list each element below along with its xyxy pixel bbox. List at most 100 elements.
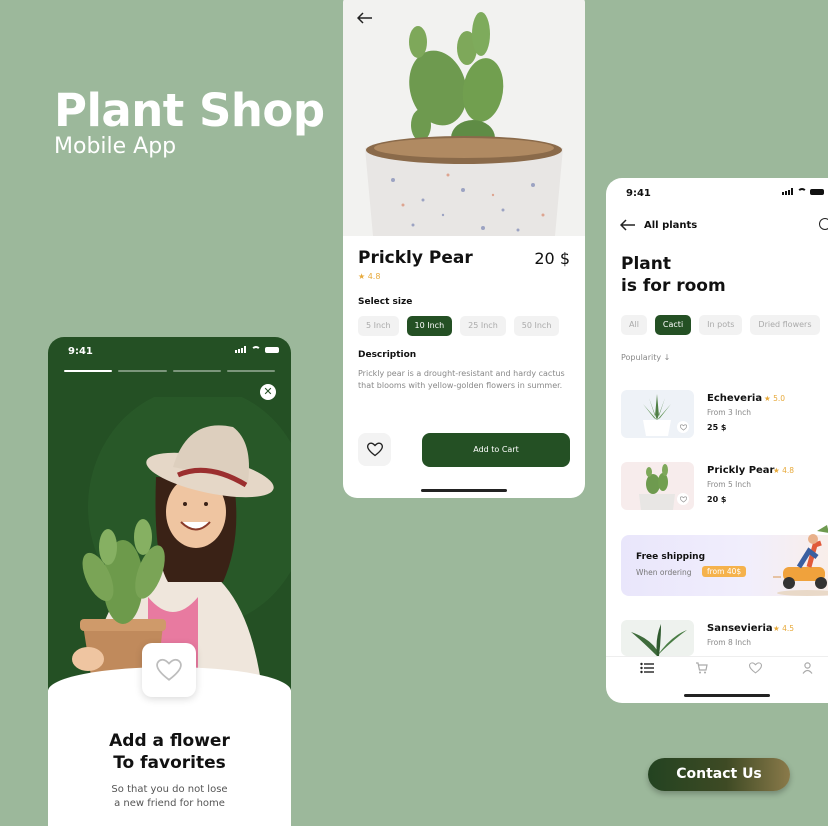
cactus-pot-photo [365, 12, 563, 236]
brand-subtitle: Mobile App [54, 134, 177, 159]
list-item[interactable]: Prickly Pear ★ 4.8 From 5 Inch 20 $ [621, 462, 828, 510]
catalog-screen: 9:41 All plants Plant is for room All Ca… [606, 178, 828, 703]
home-indicator [421, 489, 507, 492]
item-size-from: From 5 Inch [707, 480, 751, 489]
star-icon: ★ [358, 272, 366, 281]
item-name: Sansevieria [707, 623, 773, 634]
size-option[interactable]: 5 Inch [358, 316, 399, 336]
onboarding-text-line: a new friend for home [114, 798, 225, 809]
favorite-button[interactable] [358, 433, 391, 466]
filter-chip[interactable]: Dried flowers [750, 315, 820, 335]
profile-icon[interactable] [802, 662, 813, 674]
progress-step [118, 370, 167, 372]
back-arrow-icon[interactable] [357, 12, 373, 24]
item-thumbnail [621, 620, 694, 656]
catalog-heading: Plant is for room [621, 253, 726, 297]
battery-icon [810, 188, 824, 195]
item-rating-value: 4.5 [782, 624, 795, 633]
story-progress [64, 370, 275, 372]
signal-icon [782, 188, 794, 195]
onboarding-text: So that you do not lose a new friend for… [48, 783, 291, 811]
filter-chip[interactable]: All [621, 315, 647, 335]
category-filters: All Cacti In pots Dried flowers [621, 315, 820, 335]
item-rating: ★ 4.8 [773, 466, 794, 475]
signal-icon [235, 346, 247, 353]
size-option[interactable]: 25 Inch [460, 316, 506, 336]
close-icon[interactable]: ✕ [260, 384, 276, 400]
progress-step [172, 370, 221, 372]
description-label: Description [358, 350, 417, 360]
item-thumbnail [621, 462, 694, 510]
product-rating: ★ 4.8 [358, 272, 380, 281]
heart-icon [366, 442, 383, 457]
star-icon: ★ [764, 394, 771, 403]
status-time: 9:41 [626, 188, 651, 199]
heart-icon [156, 658, 182, 681]
sort-popularity[interactable]: Popularity ↓ [621, 353, 670, 362]
favorite-button[interactable] [142, 643, 196, 697]
sansevieria-plant-image [631, 624, 687, 656]
list-icon[interactable] [640, 662, 654, 674]
search-icon[interactable] [819, 218, 828, 230]
description-text: Prickly pear is a drought-resistant and … [358, 369, 565, 390]
add-to-cart-button[interactable]: Add to Cart [422, 433, 570, 467]
product-image [343, 0, 585, 236]
heart-icon [679, 495, 687, 503]
heart-icon [679, 423, 687, 431]
item-thumbnail [621, 390, 694, 438]
star-icon: ★ [773, 624, 780, 633]
onboarding-heading-line: To favorites [113, 753, 226, 773]
nav-title: All plants [644, 220, 698, 231]
heart-icon[interactable] [749, 662, 762, 674]
product-detail-screen: Prickly Pear 20 $ ★ 4.8 Select size 5 In… [343, 0, 585, 498]
product-price: 20 $ [534, 249, 570, 268]
onboarding-text-line: So that you do not lose [111, 784, 228, 795]
item-price: 25 $ [707, 423, 727, 432]
onboarding-heading-line: Add a flower [109, 731, 230, 751]
favorite-mini-button[interactable] [677, 421, 689, 433]
battery-icon [265, 346, 279, 353]
size-options: 5 Inch 10 Inch 25 Inch 50 Inch [358, 316, 560, 336]
item-rating: ★ 4.5 [773, 624, 794, 633]
item-rating-value: 5.0 [773, 394, 786, 403]
free-shipping-banner[interactable]: Free shipping When ordering from 40$ [621, 525, 828, 596]
status-time: 9:41 [68, 346, 93, 357]
favorite-mini-button[interactable] [677, 493, 689, 505]
item-name: Prickly Pear [707, 465, 775, 476]
tab-bar-divider [606, 656, 828, 657]
status-icons [235, 346, 279, 353]
back-arrow-icon[interactable] [620, 219, 636, 231]
catalog-heading-line: Plant [621, 254, 671, 274]
progress-step [64, 370, 113, 372]
item-name: Echeveria [707, 393, 763, 404]
onboarding-heading: Add a flower To favorites [48, 730, 291, 774]
rating-value: 4.8 [367, 272, 381, 281]
promo-title: Free shipping [636, 552, 706, 562]
size-option[interactable]: 50 Inch [513, 316, 560, 336]
tab-bar [606, 658, 828, 680]
catalog-heading-line: is for room [621, 276, 726, 296]
cart-icon[interactable] [695, 662, 708, 674]
promo-text: When ordering [636, 568, 692, 577]
promo-tag: from 40$ [702, 566, 747, 577]
product-name: Prickly Pear [358, 248, 473, 268]
status-icons [782, 188, 824, 195]
onboarding-screen: 9:41 ✕ Add a flower To favorites So that… [48, 337, 291, 826]
contact-us-button[interactable]: Contact Us [648, 758, 790, 791]
item-size-from: From 8 Inch [707, 638, 751, 647]
wifi-icon [251, 346, 261, 353]
list-item[interactable]: Echeveria ★ 5.0 From 3 Inch 25 $ [621, 390, 828, 438]
item-price: 20 $ [707, 495, 727, 504]
home-indicator [684, 694, 770, 697]
filter-chip[interactable]: Cacti [654, 315, 692, 335]
item-rating: ★ 5.0 [764, 394, 785, 403]
brand-title: Plant Shop [54, 84, 325, 137]
filter-chip[interactable]: In pots [699, 315, 743, 335]
size-option[interactable]: 10 Inch [406, 316, 453, 336]
wifi-icon [797, 188, 807, 195]
item-size-from: From 3 Inch [707, 408, 751, 417]
delivery-scooter-illustration [773, 525, 828, 596]
select-size-label: Select size [358, 297, 413, 307]
progress-step [226, 370, 275, 372]
star-icon: ★ [773, 466, 780, 475]
